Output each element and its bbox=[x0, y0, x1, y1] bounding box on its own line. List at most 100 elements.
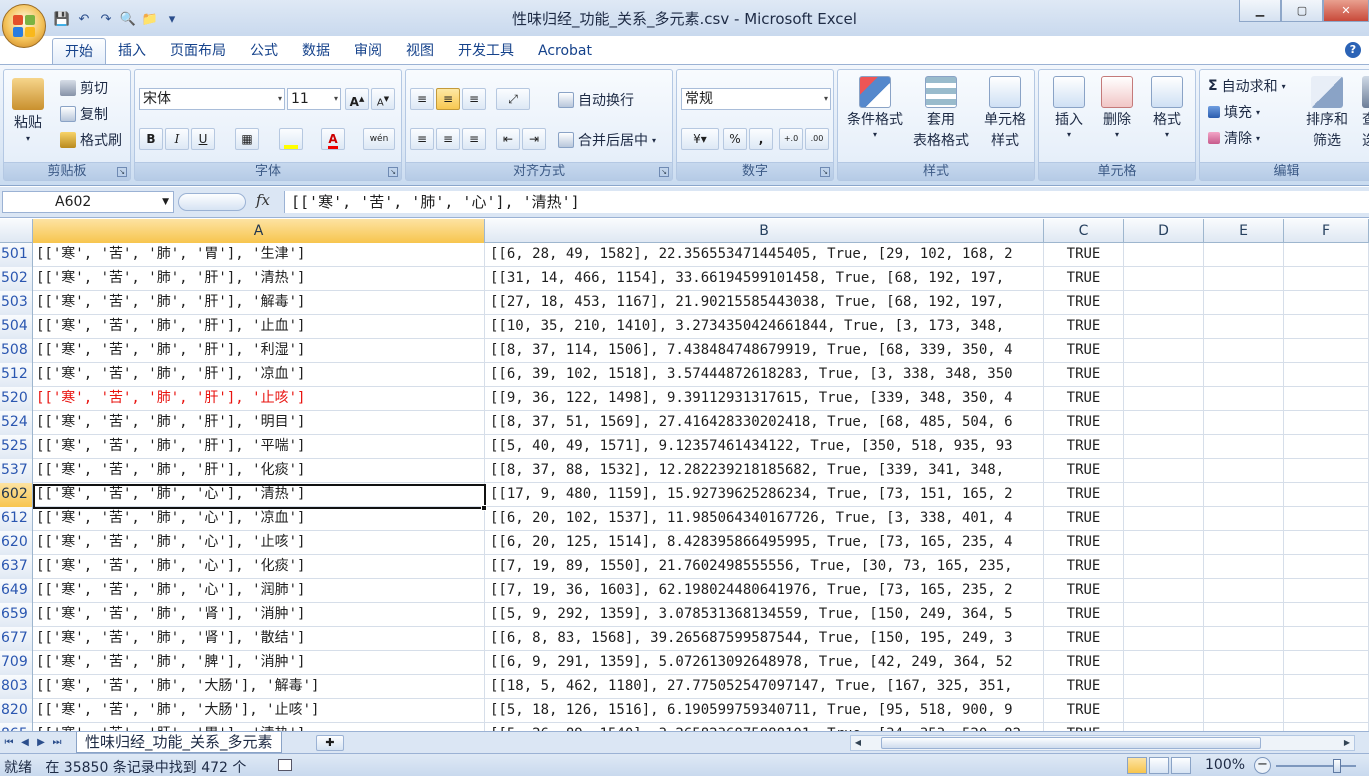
normal-view-icon[interactable] bbox=[1127, 757, 1147, 774]
cell-d[interactable] bbox=[1124, 699, 1204, 723]
row-header[interactable]: 501 bbox=[0, 243, 33, 267]
merge-center-button[interactable]: 合并后居中 ▾ bbox=[558, 130, 656, 150]
row-header[interactable]: 612 bbox=[0, 507, 33, 531]
delete-cells-button[interactable]: 删除 ▾ bbox=[1093, 76, 1141, 139]
cell-a[interactable]: [['寒', '苦', '肺', '大肠'], '止咳'] bbox=[33, 699, 485, 723]
scroll-right-icon[interactable]: ▶ bbox=[1340, 736, 1354, 750]
formula-input[interactable]: [['寒', '苦', '肺', '心'], '清热'] bbox=[284, 191, 1369, 213]
align-left-icon[interactable]: ≡ bbox=[410, 128, 434, 150]
zoom-slider-track[interactable] bbox=[1276, 765, 1356, 767]
cell-c[interactable]: TRUE bbox=[1044, 531, 1124, 555]
cell-c[interactable]: TRUE bbox=[1044, 363, 1124, 387]
tab-view[interactable]: 视图 bbox=[394, 38, 446, 64]
row-header[interactable]: 677 bbox=[0, 627, 33, 651]
cell-f[interactable] bbox=[1284, 507, 1369, 531]
row-header[interactable]: 502 bbox=[0, 267, 33, 291]
cell-e[interactable] bbox=[1204, 315, 1284, 339]
open-folder-icon[interactable]: 📁 bbox=[140, 9, 160, 29]
cell-a[interactable]: [['寒', '苦', '肺', '肝'], '解毒'] bbox=[33, 291, 485, 315]
cell-d[interactable] bbox=[1124, 435, 1204, 459]
column-header-f[interactable]: F bbox=[1284, 219, 1369, 243]
cell-f[interactable] bbox=[1284, 555, 1369, 579]
cell-e[interactable] bbox=[1204, 531, 1284, 555]
select-all-corner[interactable] bbox=[0, 219, 33, 243]
border-button[interactable]: ▦ bbox=[235, 128, 259, 150]
cell-a[interactable]: [['寒', '苦', '肺', '心'], '清热'] bbox=[33, 483, 485, 507]
redo-icon[interactable]: ↷ bbox=[96, 9, 116, 29]
minimize-button[interactable]: ▁ bbox=[1239, 0, 1281, 22]
cell-f[interactable] bbox=[1284, 531, 1369, 555]
macro-record-icon[interactable] bbox=[278, 759, 292, 771]
tab-page-layout[interactable]: 页面布局 bbox=[158, 38, 238, 64]
tab-insert[interactable]: 插入 bbox=[106, 38, 158, 64]
cell-e[interactable] bbox=[1204, 267, 1284, 291]
align-bottom-icon[interactable]: ≡ bbox=[462, 88, 486, 110]
cell-c[interactable]: TRUE bbox=[1044, 411, 1124, 435]
cell-e[interactable] bbox=[1204, 555, 1284, 579]
cell-a[interactable]: [['寒', '苦', '肺', '肾'], '消肿'] bbox=[33, 603, 485, 627]
cell-d[interactable] bbox=[1124, 627, 1204, 651]
cell-f[interactable] bbox=[1284, 243, 1369, 267]
cell-e[interactable] bbox=[1204, 339, 1284, 363]
wrap-text-button[interactable]: 自动换行 bbox=[558, 90, 634, 110]
print-preview-icon[interactable]: 🔍 bbox=[118, 9, 138, 29]
cell-f[interactable] bbox=[1284, 675, 1369, 699]
cell-b[interactable]: [[8, 37, 88, 1532], 12.282239218185682, … bbox=[485, 459, 1044, 483]
save-icon[interactable]: 💾 bbox=[52, 9, 72, 29]
cell-e[interactable] bbox=[1204, 435, 1284, 459]
cell-c[interactable]: TRUE bbox=[1044, 339, 1124, 363]
cell-f[interactable] bbox=[1284, 723, 1369, 731]
cell-b[interactable]: [[8, 37, 114, 1506], 7.438484748679919, … bbox=[485, 339, 1044, 363]
format-cells-button[interactable]: 格式 ▾ bbox=[1143, 76, 1191, 139]
cell-f[interactable] bbox=[1284, 459, 1369, 483]
cell-f[interactable] bbox=[1284, 411, 1369, 435]
cell-a[interactable]: [['寒', '苦', '肺', '心'], '化痰'] bbox=[33, 555, 485, 579]
cell-e[interactable] bbox=[1204, 699, 1284, 723]
cell-f[interactable] bbox=[1284, 483, 1369, 507]
cell-a[interactable]: [['寒', '苦', '肺', '肝'], '止血'] bbox=[33, 315, 485, 339]
cell-d[interactable] bbox=[1124, 291, 1204, 315]
format-as-table-button[interactable]: 套用 表格格式 bbox=[908, 76, 974, 150]
row-header[interactable]: 525 bbox=[0, 435, 33, 459]
cell-e[interactable] bbox=[1204, 243, 1284, 267]
cell-styles-button[interactable]: 单元格 样式 bbox=[974, 76, 1036, 150]
cell-a[interactable]: [['寒', '苦', '肺', '肝'], '利湿'] bbox=[33, 339, 485, 363]
cell-e[interactable] bbox=[1204, 675, 1284, 699]
row-header[interactable]: 637 bbox=[0, 555, 33, 579]
cell-d[interactable] bbox=[1124, 531, 1204, 555]
cell-c[interactable]: TRUE bbox=[1044, 723, 1124, 731]
cell-a[interactable]: [['寒', '苦', '肺', '肝'], '清热'] bbox=[33, 267, 485, 291]
row-header[interactable]: 520 bbox=[0, 387, 33, 411]
cell-f[interactable] bbox=[1284, 291, 1369, 315]
cell-e[interactable] bbox=[1204, 579, 1284, 603]
cell-b[interactable]: [[7, 19, 89, 1550], 21.7602498555556, Tr… bbox=[485, 555, 1044, 579]
cell-d[interactable] bbox=[1124, 555, 1204, 579]
cell-c[interactable]: TRUE bbox=[1044, 459, 1124, 483]
row-header[interactable]: 508 bbox=[0, 339, 33, 363]
cut-button[interactable]: 剪切 bbox=[60, 78, 108, 98]
sheet-tab[interactable]: 性味归经_功能_关系_多元素 bbox=[76, 732, 282, 753]
last-sheet-icon[interactable]: ⏭ bbox=[50, 736, 64, 750]
cell-d[interactable] bbox=[1124, 315, 1204, 339]
number-dialog-launcher[interactable]: ↘ bbox=[820, 167, 830, 177]
insert-function-icon[interactable]: fx bbox=[256, 191, 270, 209]
cell-a[interactable]: [['寒', '苦', '肺', '肝'], '化痰'] bbox=[33, 459, 485, 483]
cell-d[interactable] bbox=[1124, 387, 1204, 411]
zoom-slider-thumb[interactable] bbox=[1333, 759, 1341, 773]
cell-e[interactable] bbox=[1204, 507, 1284, 531]
row-header[interactable]: 503 bbox=[0, 291, 33, 315]
currency-icon[interactable]: ¥▾ bbox=[681, 128, 719, 150]
scroll-thumb[interactable] bbox=[881, 737, 1261, 749]
cell-f[interactable] bbox=[1284, 699, 1369, 723]
cell-f[interactable] bbox=[1284, 603, 1369, 627]
cell-b[interactable]: [[6, 20, 102, 1537], 11.985064340167726,… bbox=[485, 507, 1044, 531]
cell-e[interactable] bbox=[1204, 387, 1284, 411]
grow-font-button[interactable]: A▲ bbox=[345, 88, 369, 110]
row-header[interactable]: 649 bbox=[0, 579, 33, 603]
cell-d[interactable] bbox=[1124, 243, 1204, 267]
cell-a[interactable]: [['寒', '苦', '肺', '大肠'], '解毒'] bbox=[33, 675, 485, 699]
tab-review[interactable]: 审阅 bbox=[342, 38, 394, 64]
cell-c[interactable]: TRUE bbox=[1044, 675, 1124, 699]
cell-f[interactable] bbox=[1284, 651, 1369, 675]
align-top-icon[interactable]: ≡ bbox=[410, 88, 434, 110]
